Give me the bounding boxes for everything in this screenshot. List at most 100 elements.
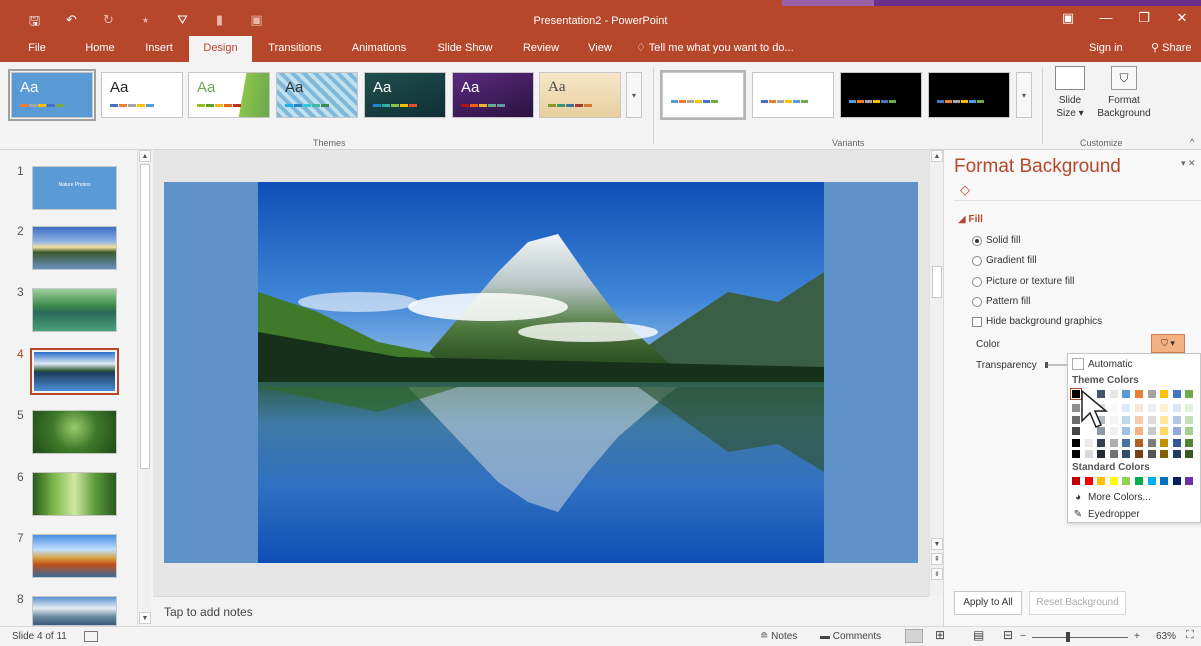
fill-color-dropdown[interactable]: ⛉ ▾ [1151,334,1185,353]
theme-color-shade-swatch[interactable] [1171,414,1182,425]
pattern-fill-option[interactable]: Pattern fill [972,296,1030,307]
transparency-slider[interactable] [1045,362,1067,368]
picture-fill-option[interactable]: Picture or texture fill [972,276,1074,287]
theme-color-shade-swatch[interactable] [1171,437,1182,448]
theme-color-shade-swatch[interactable] [1134,437,1144,448]
gradient-fill-option[interactable]: Gradient fill [972,255,1037,266]
theme-color-shade-swatch[interactable] [1171,403,1182,413]
notes-toggle[interactable]: ≘ Notes [760,631,797,642]
redo-icon[interactable]: ↻ [90,12,127,34]
theme-color-shade-swatch[interactable] [1171,449,1182,459]
theme-color-shade-swatch[interactable] [1159,414,1170,425]
fill-tab-icon[interactable]: ◇ [960,182,970,198]
theme-color-shade-swatch[interactable] [1096,437,1107,448]
theme-color-swatch[interactable] [1159,389,1170,399]
radio-selected[interactable] [972,235,982,246]
slide-thumbnail-7[interactable] [32,534,117,578]
tab-file[interactable]: File [18,36,56,62]
reset-background-button[interactable]: Reset Background [1029,591,1126,615]
theme-color-shade-swatch[interactable] [1146,449,1157,459]
theme-ion-boardroom[interactable]: Aa [364,72,446,118]
theme-office[interactable]: Aa [8,69,96,121]
theme-color-shade-swatch[interactable] [1121,414,1132,425]
theme-color-shade-swatch[interactable] [1171,426,1182,436]
theme-color-shade-swatch[interactable] [1071,437,1081,448]
more-colors-option[interactable]: ◕ More Colors... [1072,492,1151,503]
theme-color-shade-swatch[interactable] [1108,437,1119,448]
slide-thumbnail-2[interactable] [32,226,117,270]
spelling-check-icon[interactable] [84,631,98,642]
standard-color-swatch[interactable] [1184,476,1195,486]
tab-transitions[interactable]: Transitions [262,36,328,62]
tab-design[interactable]: Design [189,36,252,63]
theme-color-shade-swatch[interactable] [1121,437,1132,448]
touch-mode-icon[interactable]: ⛛ [164,12,201,34]
standard-color-swatch[interactable] [1171,476,1182,486]
theme-color-shade-swatch[interactable] [1083,437,1094,448]
previous-slide-icon[interactable]: ⇞ [931,553,943,565]
restore-icon[interactable]: ❐ [1125,10,1163,26]
start-from-beginning-icon[interactable]: ⭑ [127,12,164,34]
standard-color-swatch[interactable] [1096,476,1107,486]
theme-color-shade-swatch[interactable] [1108,403,1119,413]
apply-to-all-button[interactable]: Apply to All [954,591,1022,615]
theme-color-shade-swatch[interactable] [1108,449,1119,459]
theme-color-shade-swatch[interactable] [1134,426,1144,436]
theme-integral[interactable]: Aa [276,72,358,118]
save-icon[interactable]: 🖫 [16,12,53,34]
standard-color-swatch[interactable] [1121,476,1132,486]
theme-color-swatch[interactable] [1108,389,1119,399]
theme-color-swatch[interactable] [1146,389,1157,399]
tab-slide-show[interactable]: Slide Show [432,36,498,62]
slide-show-icon[interactable]: ⊟ [1003,628,1013,642]
zoom-out-icon[interactable]: − [1020,631,1026,642]
theme-color-shade-swatch[interactable] [1071,449,1081,459]
zoom-slider[interactable] [1032,637,1128,638]
undo-icon[interactable]: ↶ [53,12,90,34]
variants-more-button[interactable]: ▾ [1016,72,1032,118]
theme-color-shade-swatch[interactable] [1184,403,1195,413]
theme-color-swatch[interactable] [1171,389,1182,399]
theme-color-shade-swatch[interactable] [1108,414,1119,425]
customize-icon[interactable]: ▣ [238,12,275,34]
fit-to-window-icon[interactable]: ⛶ [1186,629,1194,642]
close-icon[interactable]: ✕ [1163,10,1201,26]
zoom-in-icon[interactable]: + [1134,631,1140,642]
slide-sorter-icon[interactable]: ⊞ [935,628,945,642]
slide-size-button[interactable]: Slide Size ▾ [1050,66,1090,120]
tab-view[interactable]: View [582,36,618,62]
scroll-up-icon[interactable]: ▲ [139,150,151,162]
theme-color-shade-swatch[interactable] [1121,426,1132,436]
theme-organic[interactable]: Aa [539,72,621,118]
current-slide[interactable] [164,182,918,563]
fill-section-header[interactable]: ◢ Fill [958,214,983,225]
format-background-button[interactable]: ⛉ Format Background [1092,66,1156,120]
mountain-lake-photo[interactable] [258,182,824,563]
scroll-down-icon[interactable]: ▼ [931,538,943,550]
solid-fill-option[interactable]: Solid fill [972,235,1020,246]
theme-color-shade-swatch[interactable] [1108,426,1119,436]
theme-color-shade-swatch[interactable] [1134,449,1144,459]
minimize-icon[interactable]: — [1087,10,1125,26]
theme-color-shade-swatch[interactable] [1134,403,1144,413]
tab-home[interactable]: Home [80,36,120,62]
collapse-ribbon-icon[interactable]: ^ [1190,137,1194,147]
theme-color-shade-swatch[interactable] [1184,414,1195,425]
theme-color-shade-swatch[interactable] [1121,449,1132,459]
theme-office-theme[interactable]: Aa [101,72,183,118]
hide-background-graphics-option[interactable]: Hide background graphics [972,316,1102,327]
theme-color-shade-swatch[interactable] [1184,449,1195,459]
standard-color-swatch[interactable] [1146,476,1157,486]
theme-color-shade-swatch[interactable] [1146,426,1157,436]
radio[interactable] [972,276,982,287]
theme-color-shade-swatch[interactable] [1146,414,1157,425]
slide-thumbnail-6[interactable] [32,472,117,516]
normal-view-icon[interactable] [905,629,923,643]
ribbon-display-options-icon[interactable]: ▣ [1049,10,1087,26]
canvas-scrollbar[interactable]: ▲ ▼ ⇞ ⇟ [929,150,943,596]
new-slide-icon[interactable]: ▮ [201,12,238,34]
variant-1[interactable] [660,70,746,120]
theme-color-shade-swatch[interactable] [1121,403,1132,413]
eyedropper-option[interactable]: ✎ Eyedropper [1072,509,1140,520]
slide-thumbnail-3[interactable] [32,288,117,332]
